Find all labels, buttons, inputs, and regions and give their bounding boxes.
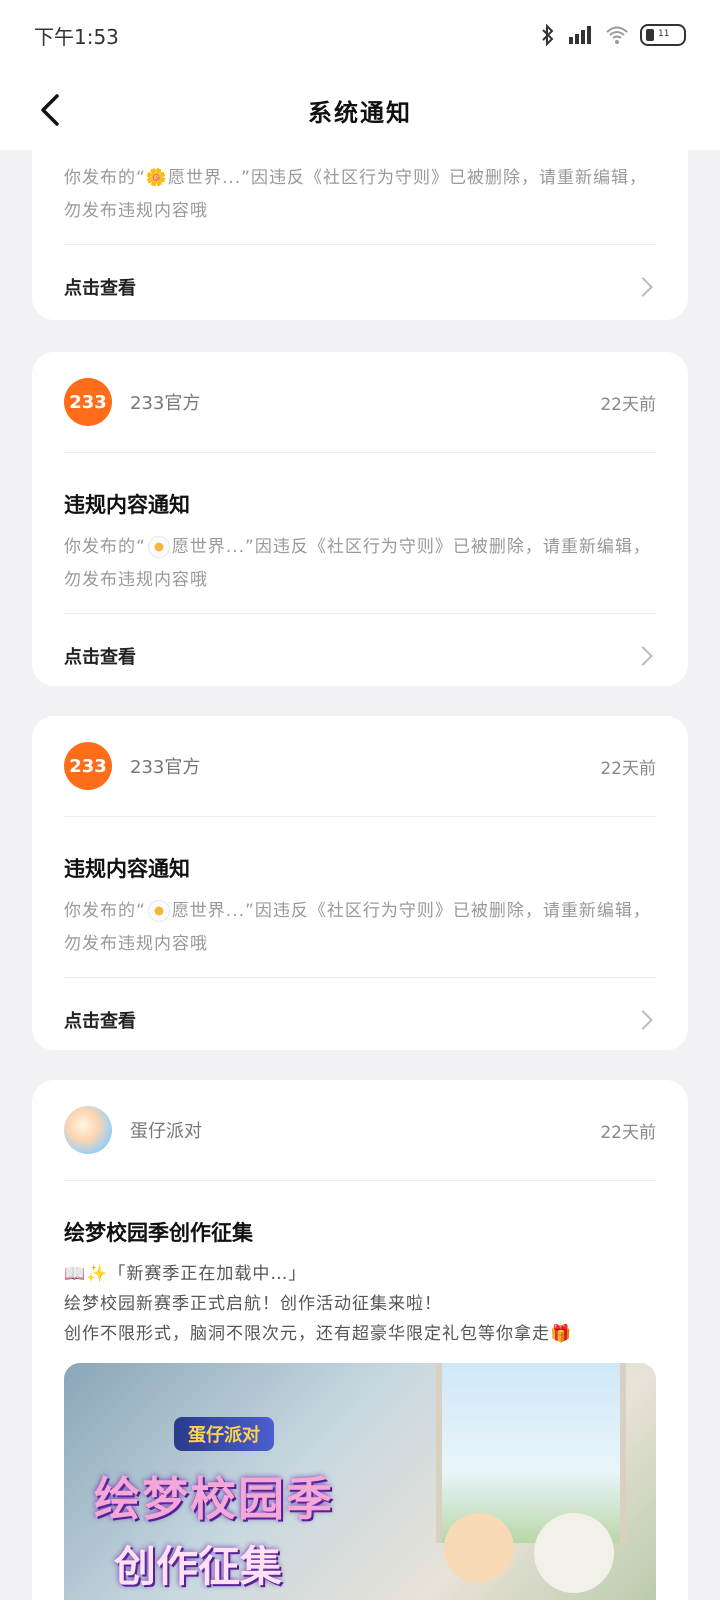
- promo-banner-image[interactable]: 蛋仔派对 绘梦校园季 创作征集: [64, 1363, 656, 1600]
- view-details-label: 点击查看: [64, 1011, 136, 1032]
- view-details-button[interactable]: 点击查看: [32, 245, 688, 329]
- sender-name: 蛋仔派对: [130, 1121, 202, 1142]
- status-icons: 11: [540, 24, 686, 46]
- chevron-right-icon: [633, 646, 653, 666]
- chevron-left-icon: [41, 94, 59, 126]
- character-figure: [444, 1513, 514, 1583]
- page-header: 系统通知: [0, 70, 720, 150]
- timestamp: 22天前: [600, 394, 656, 415]
- notification-card: 233 233官方 22天前 违规内容通知 你发布的“ 愿世界...”因违反《社区…: [32, 716, 688, 1050]
- status-time: 下午1:53: [34, 24, 119, 49]
- chevron-right-icon: [633, 277, 653, 297]
- view-details-label: 点击查看: [64, 278, 136, 299]
- notification-card: 233 233官方 22天前 违规内容通知 你发布的“ 愿世界...”因违反《社区…: [32, 352, 688, 686]
- notification-text: 你发布的“ 愿世界...”因违反《社区行为守则》已被删除，请重新编辑，勿发布违规内…: [32, 519, 688, 613]
- view-details-button[interactable]: 点击查看: [32, 614, 688, 698]
- view-details-label: 点击查看: [64, 647, 136, 668]
- promo-card: 蛋仔派对 22天前 绘梦校园季创作征集 📖✨「新赛季正在加载中…」 绘梦校园新赛…: [32, 1080, 688, 1600]
- notification-title: 违规内容通知: [64, 857, 190, 881]
- banner-logo: 蛋仔派对: [174, 1417, 274, 1451]
- banner-title: 绘梦校园季: [94, 1472, 334, 1526]
- chevron-right-icon: [633, 1010, 653, 1030]
- sender-name: 233官方: [130, 393, 201, 414]
- status-bar: 下午1:53 11: [0, 0, 720, 70]
- timestamp: 22天前: [600, 1122, 656, 1143]
- text-prefix: 你发布的“: [64, 901, 146, 921]
- signal-icon: [569, 26, 591, 44]
- notification-feed[interactable]: 你发布的“🌼愿世界...”因违反《社区行为守则》已被删除，请重新编辑，勿发布违规…: [0, 150, 720, 1600]
- wifi-icon: [606, 26, 628, 44]
- banner-subtitle: 创作征集: [114, 1542, 283, 1591]
- timestamp: 22天前: [600, 758, 656, 779]
- promo-title: 绘梦校园季创作征集: [64, 1221, 253, 1245]
- view-details-button[interactable]: 点击查看: [32, 978, 688, 1062]
- flower-icon: [147, 900, 170, 922]
- page-title: 系统通知: [308, 98, 412, 127]
- avatar[interactable]: 233: [64, 742, 112, 790]
- card-header: 233 233官方 22天前: [32, 716, 688, 816]
- promo-line: 绘梦校园新赛季正式启航！创作活动征集来啦！: [64, 1294, 442, 1314]
- text-prefix: 你发布的“: [64, 537, 146, 557]
- promo-line: 📖✨「新赛季正在加载中…」: [64, 1264, 307, 1284]
- character-figure: [534, 1513, 614, 1593]
- back-button[interactable]: [30, 88, 70, 132]
- battery-icon: 11: [640, 24, 686, 46]
- card-header: 233 233官方 22天前: [32, 352, 688, 452]
- card-header: 蛋仔派对 22天前: [32, 1080, 688, 1180]
- avatar[interactable]: [64, 1106, 112, 1154]
- notification-text: 你发布的“🌼愿世界...”因违反《社区行为守则》已被删除，请重新编辑，勿发布违规…: [64, 168, 647, 221]
- bluetooth-icon: [542, 24, 554, 46]
- notification-title: 违规内容通知: [64, 493, 190, 517]
- sender-name: 233官方: [130, 757, 201, 778]
- notification-card: 你发布的“🌼愿世界...”因违反《社区行为守则》已被删除，请重新编辑，勿发布违规…: [32, 150, 688, 320]
- promo-text: 📖✨「新赛季正在加载中…」 绘梦校园新赛季正式启航！创作活动征集来啦！ 创作不限…: [32, 1247, 688, 1363]
- notification-text: 你发布的“ 愿世界...”因违反《社区行为守则》已被删除，请重新编辑，勿发布违规内…: [32, 883, 688, 977]
- promo-line: 创作不限形式，脑洞不限次元，还有超豪华限定礼包等你拿走🎁: [64, 1324, 573, 1344]
- avatar[interactable]: 233: [64, 378, 112, 426]
- flower-icon: [147, 536, 170, 558]
- battery-level: 11: [658, 29, 670, 39]
